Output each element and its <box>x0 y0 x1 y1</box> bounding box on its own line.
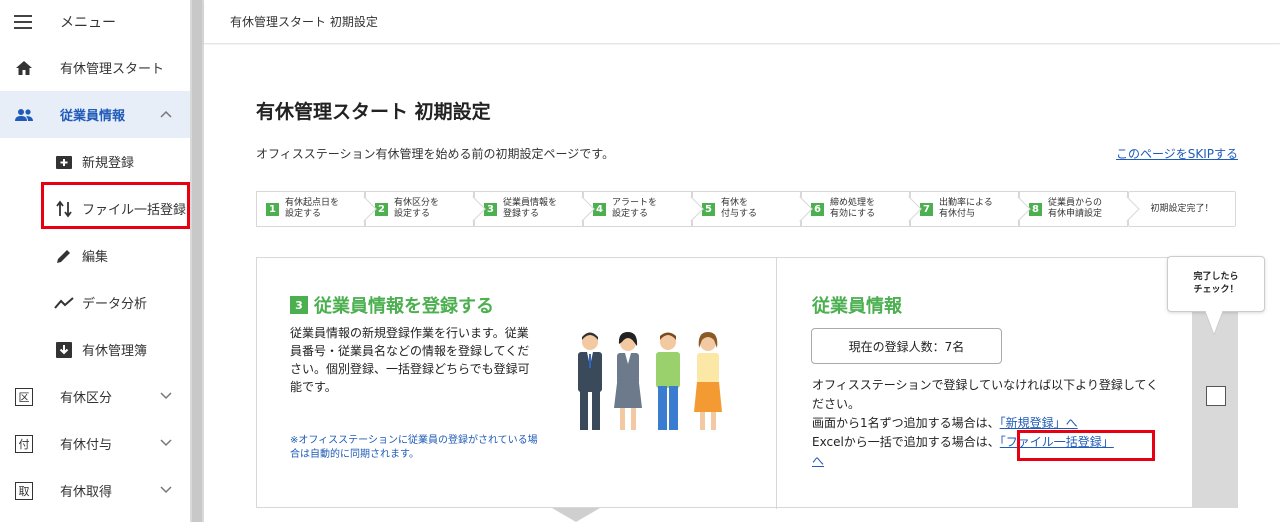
sidebar: メニュー 有休管理スタート 従業員情報 新規登録 ファイル一括登録 編集 データ… <box>0 0 190 522</box>
sidebar-item-start[interactable]: 有休管理スタート <box>0 44 190 91</box>
step-4[interactable]: 4 アラートを 設定する <box>583 191 692 227</box>
step-6[interactable]: 6 締め処理を 有効にする <box>801 191 910 227</box>
sidebar-item-leave-ledger[interactable]: 有休管理簿 <box>0 326 190 373</box>
info-line: Excelから一括で追加する場合は、 <box>812 435 1000 449</box>
info-title: 従業員情報 <box>812 296 902 317</box>
skip-link[interactable]: このページをSKIPする <box>1116 145 1238 162</box>
scrollbar-thumb[interactable] <box>192 0 202 522</box>
pencil-icon <box>54 246 74 266</box>
step-card: 3 従業員情報を登録する 従業員情報の新規登録作業を行います。従業員番号・従業員… <box>256 256 1265 509</box>
sidebar-item-label: 有休管理簿 <box>82 344 148 359</box>
chevron-up-icon[interactable] <box>160 107 172 122</box>
highlight-box <box>1017 430 1155 461</box>
step-label: アラートを 設定する <box>612 198 658 219</box>
sidebar-item-data-analysis[interactable]: データ分析 <box>0 279 190 326</box>
hamburger-icon[interactable] <box>14 15 32 29</box>
sidebar-item-new-registration[interactable]: 新規登録 <box>0 138 190 185</box>
sidebar-item-edit[interactable]: 編集 <box>0 232 190 279</box>
card-title: 3 従業員情報を登録する <box>290 292 494 318</box>
chevron-down-icon[interactable] <box>160 436 172 451</box>
card-divider <box>776 258 777 509</box>
card-title-text: 従業員情報を登録する <box>314 296 494 317</box>
add-person-icon <box>54 152 74 172</box>
sidebar-scrollbar[interactable] <box>190 0 204 522</box>
breadcrumb: 有休管理スタート 初期設定 <box>230 15 378 29</box>
sidebar-item-label: 従業員情報 <box>60 109 126 124</box>
sidebar-item-label: データ分析 <box>82 297 148 312</box>
step-label: 従業員からの 有休申請設定 <box>1048 198 1103 219</box>
complete-checkbox[interactable] <box>1206 386 1226 406</box>
sidebar-item-leave-acquisition[interactable]: 取 有休取得 <box>0 467 190 514</box>
category-badge-icon: 区 <box>14 387 34 407</box>
step-label: 有休起点日を 設定する <box>285 198 340 219</box>
check-tooltip: 完了したら チェック！ <box>1167 256 1265 312</box>
step-5[interactable]: 5 有休を 付与する <box>692 191 801 227</box>
acquisition-badge-icon: 取 <box>14 481 34 501</box>
new-registration-link[interactable]: 「新規登録」へ <box>1000 416 1078 430</box>
chevron-down-icon[interactable] <box>160 389 172 404</box>
tooltip-tail <box>1205 311 1223 335</box>
sidebar-item-label: 有休付与 <box>60 438 113 453</box>
chevron-down-icon[interactable] <box>160 483 172 498</box>
step-7[interactable]: 7 出勤率による 有休付与 <box>910 191 1019 227</box>
step-number-badge: 3 <box>290 296 308 314</box>
menu-toggle[interactable]: メニュー <box>0 0 190 44</box>
step-label: 初期設定完了！ <box>1150 203 1214 214</box>
card-description: 従業員情報の新規登録作業を行います。従業員番号・従業員名などの情報を登録してくだ… <box>290 326 530 394</box>
people-illustration <box>578 332 722 430</box>
topbar: 有休管理スタート 初期設定 <box>204 0 1280 44</box>
step-complete[interactable]: 初期設定完了！ <box>1128 191 1236 227</box>
sidebar-item-employee[interactable]: 従業員情報 <box>0 91 190 138</box>
step-label: 出勤率による 有休付与 <box>939 198 993 219</box>
step-2[interactable]: 2 有休区分を 設定する <box>365 191 474 227</box>
step-progress: 1 有休起点日を 設定する 2 有休区分を 設定する 3 従業員情報を 登録する 4ア… <box>256 191 1236 227</box>
sidebar-item-label: 有休管理スタート <box>60 62 165 77</box>
step-1[interactable]: 1 有休起点日を 設定する <box>256 191 365 227</box>
card-note: ※オフィスステーションに従業員の登録がされている場合は自動的に同期されます。 <box>290 435 538 460</box>
sidebar-item-label: 有休取得 <box>60 485 113 500</box>
trending-icon <box>54 293 74 313</box>
step-label: 有休区分を 設定する <box>394 198 440 219</box>
home-icon <box>14 58 34 78</box>
sidebar-item-label: 新規登録 <box>82 156 135 171</box>
sidebar-item-label: 編集 <box>82 250 109 265</box>
file-bulk-registration-link-tail[interactable]: へ <box>812 454 824 468</box>
sidebar-item-label: 有休区分 <box>60 391 113 406</box>
highlight-box <box>41 182 190 229</box>
sidebar-item-leave-grant[interactable]: 付 有休付与 <box>0 420 190 467</box>
step-3[interactable]: 3 従業員情報を 登録する <box>474 191 583 227</box>
sidebar-item-leave-category[interactable]: 区 有休区分 <box>0 373 190 420</box>
registered-count: 現在の登録人数：7名 <box>811 328 1002 364</box>
menu-label: メニュー <box>60 15 116 31</box>
main-content: 有休管理スタート 初期設定 オフィスステーション有休管理を始める前の初期設定ペー… <box>204 45 1280 522</box>
down-arrow-icon <box>552 508 600 522</box>
download-book-icon <box>54 340 74 360</box>
people-icon <box>14 105 34 125</box>
info-line: オフィスステーションで登録していなければ以下より登録してください。 <box>812 378 1159 411</box>
step-label: 締め処理を 有効にする <box>830 198 876 219</box>
step-label: 有休を 付与する <box>721 198 758 219</box>
step-label: 従業員情報を 登録する <box>503 198 558 219</box>
grant-badge-icon: 付 <box>14 434 34 454</box>
step-8[interactable]: 8 従業員からの 有休申請設定 <box>1019 191 1128 227</box>
page-title: 有休管理スタート 初期設定 <box>256 101 491 123</box>
page-description: オフィスステーション有休管理を始める前の初期設定ページです。 <box>256 147 615 161</box>
info-line: 画面から1名ずつ追加する場合は、 <box>812 416 1000 430</box>
